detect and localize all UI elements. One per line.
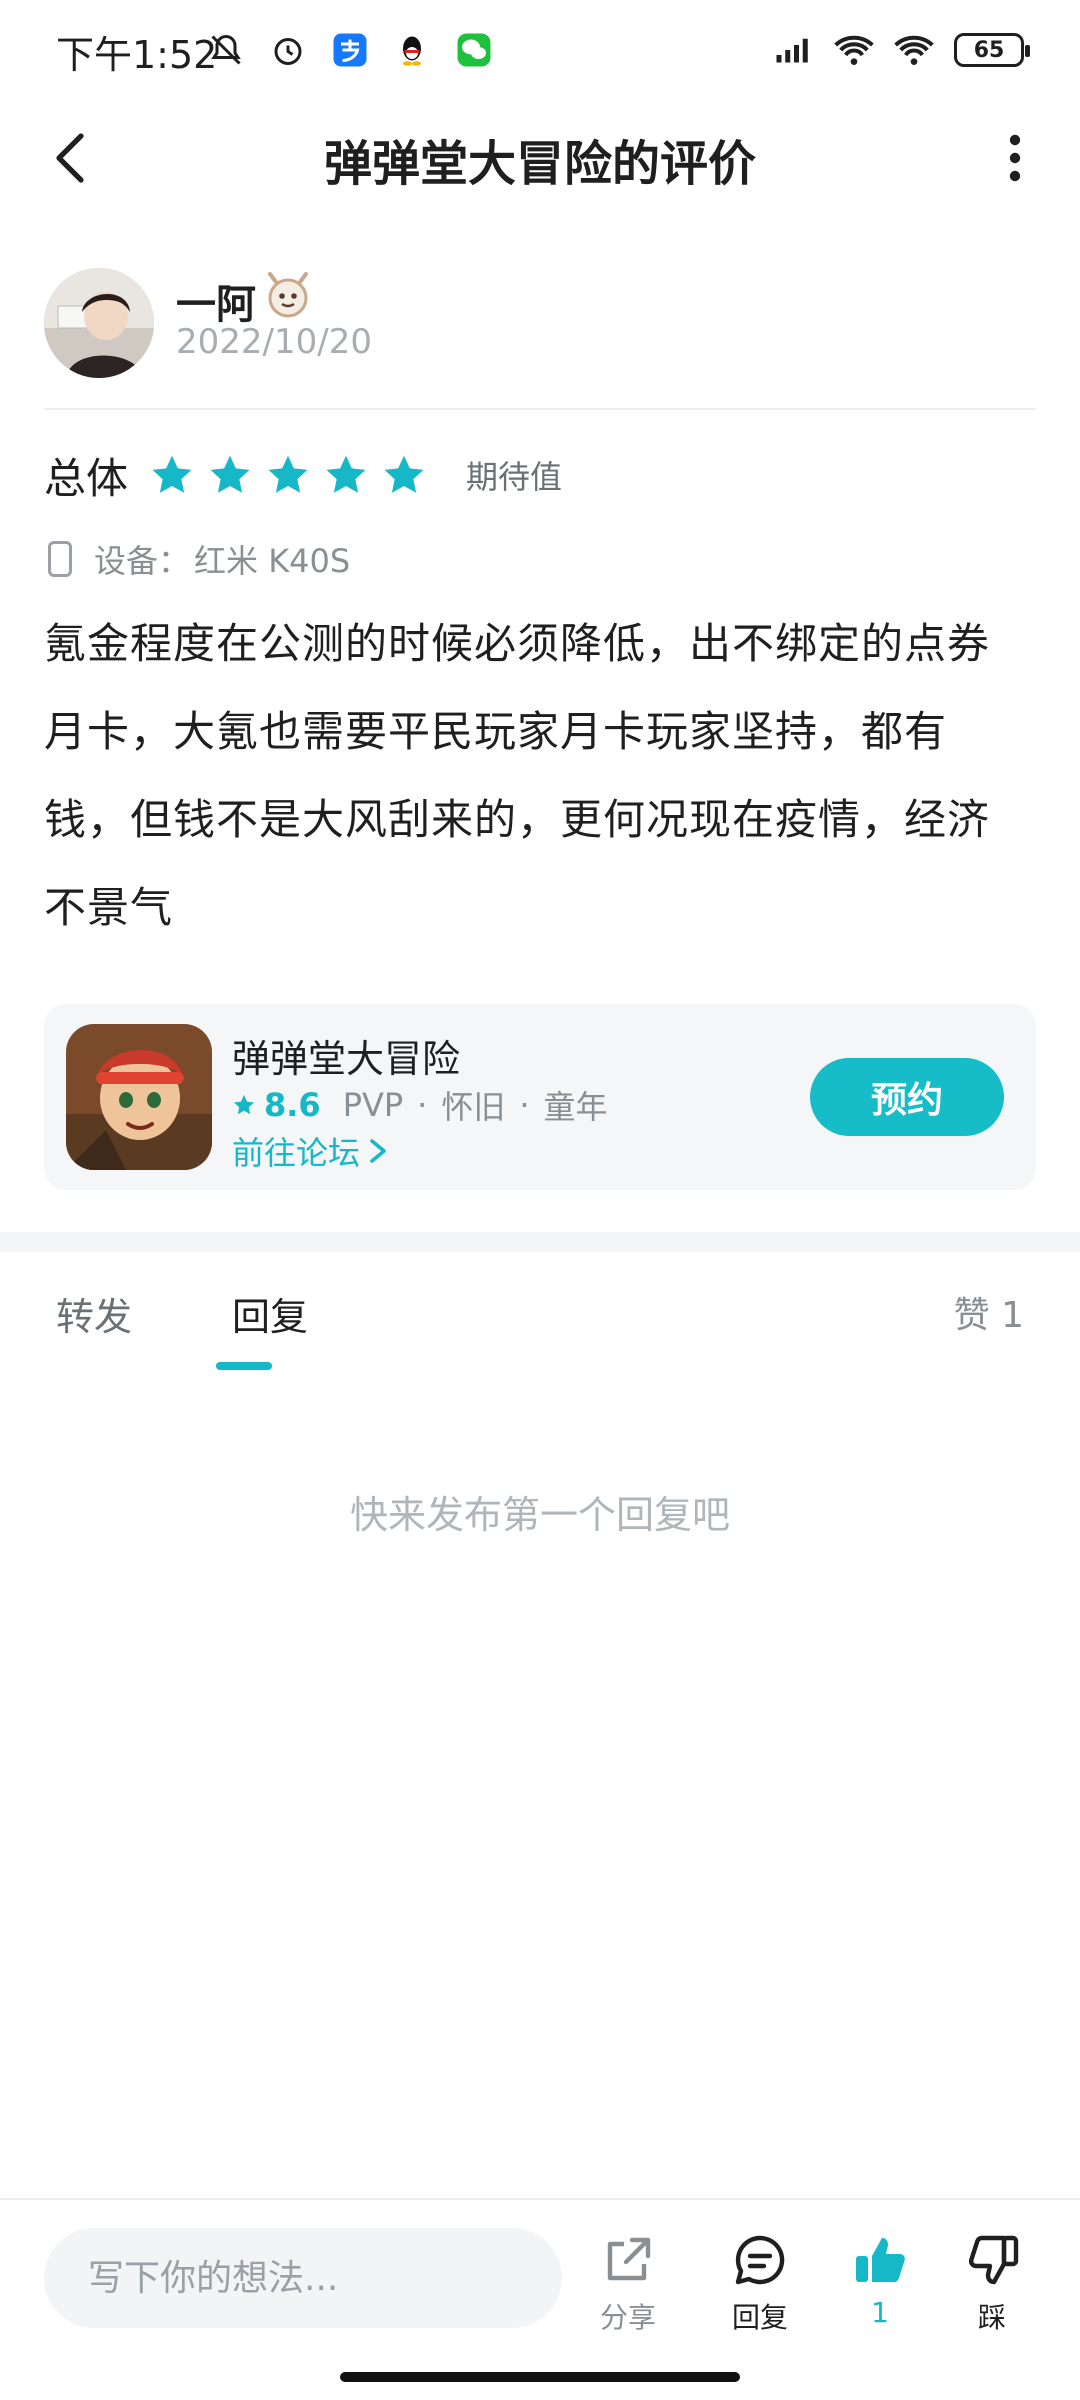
- star-icon: [326, 455, 366, 493]
- reply-button[interactable]: 回复: [710, 2232, 810, 2336]
- review-line: 氪金程度在公测的时候必须降低，出不绑定的点券: [44, 619, 991, 668]
- device-value: 红米 K40S: [194, 542, 351, 580]
- game-meta: 8.6 PVP · 怀旧 · 童年: [232, 1082, 608, 1128]
- forum-link[interactable]: 前往论坛: [232, 1128, 390, 1174]
- more-vertical-icon: [1009, 134, 1021, 182]
- game-card[interactable]: 弹弹堂大冒险 8.6 PVP · 怀旧 · 童年 前往论坛 预约: [44, 1004, 1036, 1190]
- comment-input[interactable]: [44, 2228, 562, 2328]
- qq-icon: [392, 30, 432, 70]
- more-options-button[interactable]: [990, 128, 1040, 188]
- device-info: 设备： 红米 K40S: [48, 536, 350, 582]
- score-star-icon: [234, 1095, 254, 1115]
- comment-icon: [735, 2235, 785, 2285]
- empty-replies-message: 快来发布第一个回复吧: [349, 1493, 730, 1537]
- signal-icon: [774, 30, 814, 70]
- tab-forward[interactable]: 转发: [56, 1286, 132, 1341]
- tab-reply[interactable]: 回复: [232, 1286, 308, 1341]
- separator: ·: [519, 1086, 530, 1124]
- dislike-button[interactable]: 踩: [942, 2232, 1042, 2336]
- phone-icon: [48, 541, 72, 577]
- review-text: 氪金程度在公测的时候必须降低，出不绑定的点券 月卡，大氪也需要平民玩家月卡玩家坚…: [44, 600, 1036, 952]
- rating-label: 总体: [44, 453, 129, 503]
- device-label: 设备：: [94, 542, 191, 580]
- author-info[interactable]: 一阿 2022/10/20: [44, 268, 1036, 408]
- avatar[interactable]: [44, 268, 154, 378]
- rating-tag: 期待值: [466, 458, 563, 496]
- star-icon: [384, 455, 424, 493]
- review-detail-screen: 下午1:52 65 弹弹堂大冒险的评价 一阿 2022/10/20 总体 期待值…: [0, 0, 1080, 2400]
- status-bar: 下午1:52 65: [0, 0, 1080, 100]
- game-icon[interactable]: [66, 1024, 212, 1170]
- game-name[interactable]: 弹弹堂大冒险: [232, 1028, 460, 1083]
- game-tag: 怀旧: [441, 1088, 506, 1126]
- alipay-icon: [330, 30, 370, 70]
- review-date: 2022/10/20: [176, 322, 372, 362]
- thumbs-up-icon: [856, 2238, 905, 2282]
- review-line: 钱，但钱不是大风刮来的，更何况现在疫情，经济: [44, 795, 991, 844]
- bottom-action-bar: 分享 回复 1 踩: [0, 2198, 1080, 2358]
- chevron-right-icon: [370, 1139, 386, 1163]
- share-label: 分享: [599, 2301, 656, 2334]
- forum-link-label[interactable]: 前往论坛: [232, 1128, 360, 1174]
- system-icons: 65: [774, 30, 1030, 70]
- section-divider: [0, 1232, 1080, 1252]
- tab-bar: 转发 回复 赞 1: [0, 1252, 1080, 1372]
- review-line: 月卡，大氪也需要平民玩家月卡玩家坚持，都有: [44, 707, 948, 756]
- review-line: 不景气: [44, 883, 174, 932]
- divider: [44, 408, 1036, 410]
- game-tag: 童年: [543, 1088, 608, 1126]
- like-count: 1: [871, 2296, 889, 2329]
- share-button[interactable]: 分享: [578, 2232, 678, 2336]
- rating-row: 总体 期待值: [44, 440, 1036, 510]
- alarm-icon: [268, 30, 308, 70]
- share-icon: [607, 2237, 651, 2281]
- status-time: 下午1:52: [56, 33, 218, 77]
- reply-label: 回复: [731, 2301, 788, 2334]
- dislike-label: 踩: [977, 2301, 1006, 2334]
- notification-icons: [206, 30, 494, 70]
- game-tag: PVP: [342, 1086, 404, 1124]
- bell-off-icon: [206, 30, 246, 70]
- wechat-icon: [454, 30, 494, 70]
- like-button[interactable]: 1: [830, 2232, 930, 2329]
- star-icon: [210, 455, 250, 493]
- wifi-icon: [834, 30, 874, 70]
- page-title: 弹弹堂大冒险的评价: [323, 136, 756, 192]
- home-indicator[interactable]: [340, 2372, 740, 2382]
- star-icon: [268, 455, 308, 493]
- game-score: 8.6: [264, 1086, 321, 1124]
- star-icon: [152, 455, 192, 493]
- user-badge-icon: [260, 268, 316, 324]
- battery-indicator: 65: [954, 33, 1030, 67]
- page-header: 弹弹堂大冒险的评价: [0, 110, 1080, 206]
- star-rating: [150, 453, 426, 497]
- separator: ·: [417, 1086, 428, 1124]
- thumbs-down-icon: [968, 2235, 1019, 2285]
- likes-count[interactable]: 赞 1: [954, 1286, 1024, 1338]
- wifi-icon-secondary: [894, 30, 934, 70]
- reserve-button[interactable]: 预约: [810, 1058, 1004, 1136]
- active-tab-indicator: [216, 1362, 272, 1370]
